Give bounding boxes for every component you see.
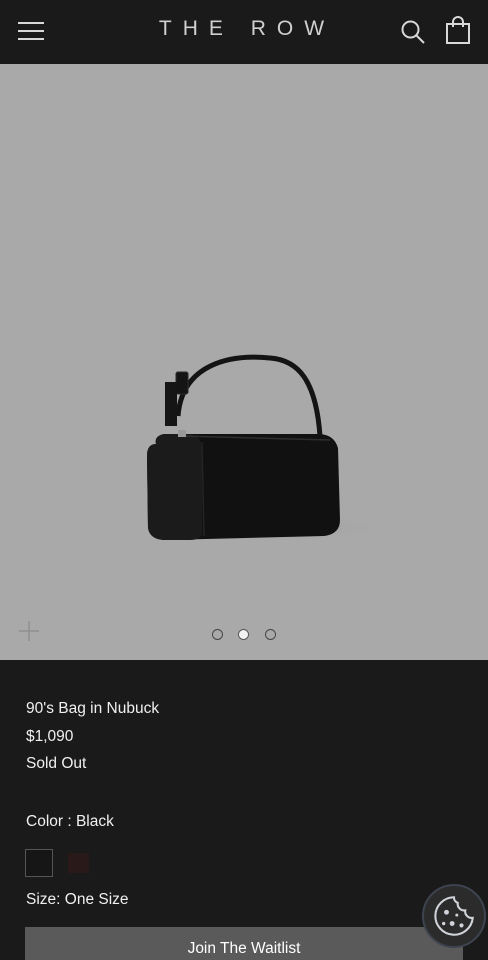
cookie-icon: [434, 896, 474, 936]
size-label: Size: One Size: [26, 891, 129, 908]
product-name: 90's Bag in Nubuck: [26, 700, 160, 717]
shopping-bag-icon[interactable]: [444, 15, 472, 45]
swatch-brown[interactable]: [68, 853, 89, 873]
swatch-black[interactable]: [25, 849, 53, 877]
product-image: [147, 354, 388, 542]
product-info: 90's Bag in Nubuck $1,090 Sold Out Color…: [0, 660, 488, 960]
site-header: THE ROW: [0, 0, 488, 64]
carousel-dot-1[interactable]: [212, 629, 223, 640]
product-price: $1,090: [26, 728, 74, 745]
cookie-settings-button[interactable]: [422, 884, 486, 948]
join-waitlist-button[interactable]: Join The Waitlist: [25, 927, 463, 960]
search-icon[interactable]: [400, 19, 426, 45]
color-label: Color : Black: [26, 813, 114, 830]
carousel-dot-2[interactable]: [238, 629, 249, 640]
availability-status: Sold Out: [26, 755, 87, 772]
carousel-dot-3[interactable]: [265, 629, 276, 640]
product-image-gallery[interactable]: [0, 64, 488, 660]
carousel-indicators: [0, 629, 488, 643]
